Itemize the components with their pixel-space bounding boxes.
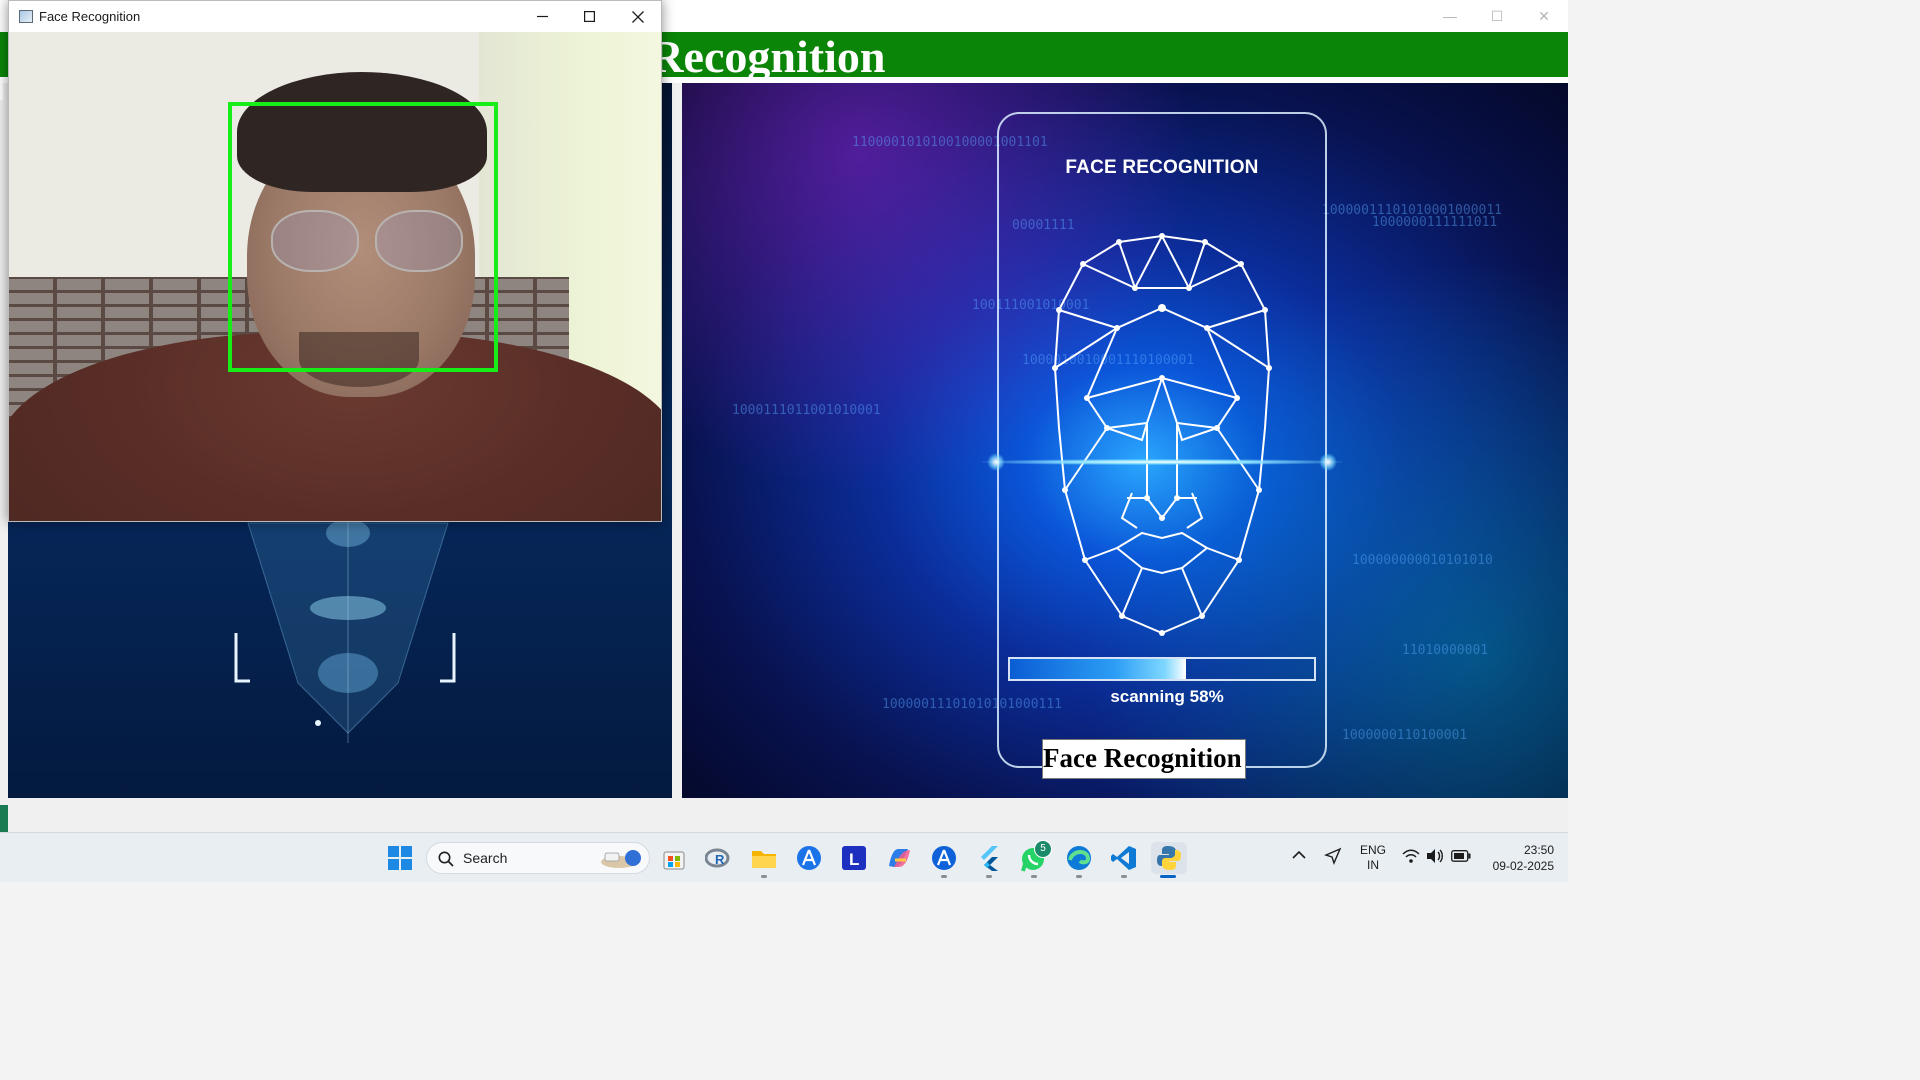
bg-minimize-button[interactable]: — — [1427, 0, 1473, 32]
face-mesh-graphic — [1052, 233, 1272, 636]
app-window-icon — [19, 10, 33, 23]
face-hud-graphic — [234, 513, 456, 743]
search-icon — [438, 851, 454, 867]
scan-progress-fill — [1010, 659, 1187, 679]
region-code: IN — [1367, 858, 1379, 872]
close-button[interactable] — [614, 1, 661, 32]
window-edge-accent — [0, 805, 8, 832]
flutter-icon[interactable] — [973, 842, 1005, 874]
maximize-button[interactable] — [566, 1, 613, 32]
vscode-icon[interactable] — [1108, 842, 1140, 874]
lens-flare-right — [1319, 453, 1337, 471]
app-installer-icon[interactable] — [793, 842, 825, 874]
clock[interactable]: 23:50 09-02-2025 — [1480, 842, 1554, 874]
camera-window-title: Face Recognition — [39, 9, 141, 24]
taskbar-search-box[interactable]: Search — [426, 842, 650, 874]
binary-text: 11010000001 — [1402, 643, 1489, 658]
search-label: Search — [463, 850, 508, 866]
maximize-icon — [584, 11, 595, 22]
scan-progress-bar — [1008, 657, 1316, 681]
binary-text: 100000000010101010 — [1352, 553, 1493, 568]
window-bottom-area — [0, 798, 1568, 832]
whatsapp-icon[interactable]: 5 — [1018, 840, 1052, 874]
windows-start-icon[interactable] — [384, 842, 416, 874]
bg-close-button[interactable]: ✕ — [1521, 0, 1567, 32]
scan-beam — [982, 459, 1342, 465]
volume-icon[interactable] — [1426, 848, 1444, 867]
wifi-icon[interactable] — [1402, 848, 1420, 867]
face-detection-box — [228, 102, 498, 372]
close-icon — [631, 10, 644, 23]
panel-divider — [672, 83, 682, 798]
scan-progress-label: scanning 58% — [1110, 687, 1224, 706]
copilot-icon[interactable] — [883, 842, 915, 874]
app-store-icon[interactable] — [928, 842, 960, 874]
battery-icon[interactable] — [1451, 850, 1471, 865]
scan-image: 1100001010100100001001101 10000011101010… — [682, 83, 1568, 798]
show-hidden-icons-chevron-icon[interactable] — [1292, 849, 1306, 863]
svg-text:L: L — [849, 850, 859, 869]
bg-maximize-button[interactable]: ☐ — [1474, 0, 1520, 32]
scanner-title: FACE RECOGNITION — [1065, 157, 1259, 178]
minimize-icon — [537, 15, 548, 18]
microsoft-store-icon[interactable] — [658, 842, 690, 874]
python-icon[interactable] — [1151, 842, 1187, 874]
taskbar: Search R L 5 ENG IN 23:50 09-02-2025 — [0, 832, 1568, 882]
rstudio-icon[interactable]: R — [703, 842, 735, 874]
camera-titlebar[interactable]: Face Recognition — [9, 1, 661, 32]
l-app-icon[interactable]: L — [838, 842, 870, 874]
minimize-button[interactable] — [519, 1, 566, 32]
language-indicator[interactable]: ENG IN — [1360, 843, 1386, 873]
face-recognition-label: Face Recognition — [1042, 739, 1246, 779]
clock-date: 09-02-2025 — [1492, 859, 1554, 873]
binary-text: 1000000111111011 — [1372, 215, 1498, 230]
language-code: ENG — [1360, 843, 1387, 857]
binary-text: 1000000110100001 — [1342, 728, 1468, 743]
whatsapp-notification-badge: 5 — [1034, 840, 1052, 858]
camera-feed — [9, 32, 661, 521]
svg-text:R: R — [715, 852, 725, 867]
location-arrow-icon[interactable] — [1324, 847, 1342, 868]
clock-time: 23:50 — [1523, 843, 1554, 857]
file-explorer-icon[interactable] — [748, 842, 780, 874]
edge-browser-icon[interactable] — [1063, 842, 1095, 874]
lens-flare-left — [987, 453, 1005, 471]
binary-text: 1000111011001010001 — [732, 403, 881, 418]
search-highlight-icon — [601, 850, 641, 868]
camera-window[interactable]: Face Recognition — [8, 0, 662, 522]
